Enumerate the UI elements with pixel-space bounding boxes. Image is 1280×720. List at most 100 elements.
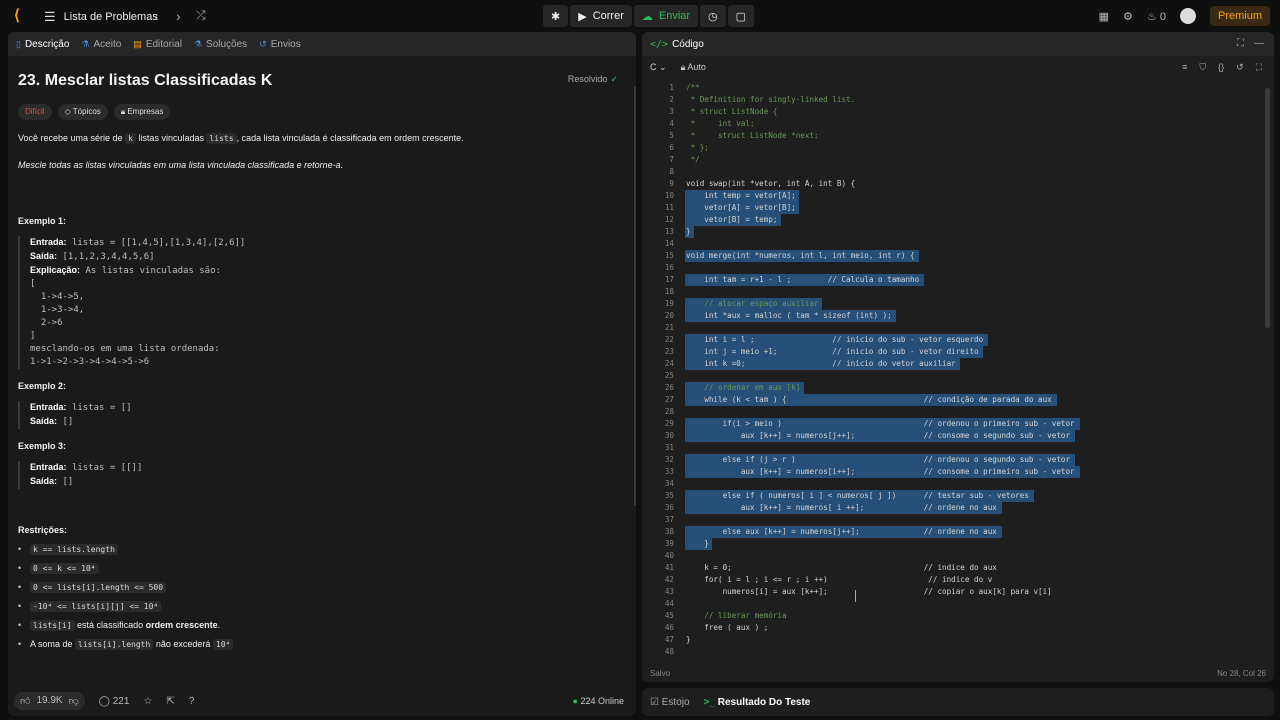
code-line[interactable]: 11 vetor[A] = vetor[B]; (642, 202, 1262, 214)
code-line[interactable]: 14 (642, 238, 1262, 250)
code-line[interactable]: 10 int temp = vetor[A]; (642, 190, 1262, 202)
scrollbar[interactable] (1265, 88, 1270, 328)
code-line[interactable]: 44 (642, 598, 1262, 610)
code-text: k = 0; // indice do aux (686, 563, 997, 572)
maximize-icon[interactable]: ⛶ (1237, 38, 1244, 49)
code-line[interactable]: 47} (642, 634, 1262, 646)
code-line[interactable]: 17 int tam = r+1 - l ; // Calcula o tama… (642, 274, 1262, 286)
code-line[interactable]: 26 // ordenar em aux [k] (642, 382, 1262, 394)
notes-button[interactable]: ▢ (727, 5, 755, 27)
code-line[interactable]: 36 aux [k++] = numeros[ i ++]; // ordene… (642, 502, 1262, 514)
tab-submissions[interactable]: ↺ Envios (259, 39, 301, 50)
code-line[interactable]: 7 */ (642, 154, 1262, 166)
leetcode-logo-icon[interactable]: ⟨ (14, 8, 30, 24)
timer-button[interactable]: ◷ (700, 5, 726, 27)
fire-icon: ♨ (1146, 10, 1157, 23)
code-line[interactable]: 35 else if ( numeros[ i ] < numeros[ j ]… (642, 490, 1262, 502)
tab-testcase[interactable]: ☑ Estojo (650, 697, 690, 708)
code-text: // alocar espaço auxiliar (686, 299, 819, 308)
gear-icon[interactable]: ⚙ (1123, 10, 1133, 23)
thumbs-down-icon[interactable]: 👎︎ (69, 695, 79, 707)
code-line[interactable]: 39 } (642, 538, 1262, 550)
code-line[interactable]: 34 (642, 478, 1262, 490)
tab-description[interactable]: ▯ Descrição (16, 39, 69, 50)
help-icon[interactable]: ? (189, 696, 195, 707)
code-line[interactable]: 15 void merge(int *numeros, int l, int me… (642, 250, 1262, 262)
code-line[interactable]: 12 vetor[B] = temp; (642, 214, 1262, 226)
shuffle-icon[interactable]: ⤮ (196, 8, 206, 23)
code-line[interactable]: 38 else aux [k++] = numeros[j++]; // ord… (642, 526, 1262, 538)
code-text: } (686, 539, 709, 548)
auto-mode[interactable]: 🔒︎ Auto (681, 62, 706, 73)
code-line[interactable]: 40 (642, 550, 1262, 562)
companies-chip[interactable]: 🔒︎ Empresas (113, 104, 171, 120)
reset-icon[interactable]: ↺ (1236, 62, 1244, 73)
code-line[interactable]: 31 (642, 442, 1262, 454)
code-line[interactable]: 5 * struct ListNode *next; (642, 130, 1262, 142)
star-icon[interactable]: ☆ (143, 696, 152, 707)
code-line[interactable]: 19 // alocar espaço auxiliar (642, 298, 1262, 310)
minimize-icon[interactable]: — (1254, 38, 1264, 49)
code-line[interactable]: 37 (642, 514, 1262, 526)
code-line[interactable]: 6 * }; (642, 142, 1262, 154)
code-line[interactable]: 46 free ( aux ) ; (642, 622, 1262, 634)
code-line[interactable]: 30 aux [k++] = numeros[j++]; // consome … (642, 430, 1262, 442)
code-line[interactable]: 42 for( i = l ; i <= r ; i ++) // indice… (642, 574, 1262, 586)
bookmark-icon[interactable]: ⛉ (1199, 62, 1206, 73)
list-item: k == lists.length (18, 544, 618, 555)
code-line[interactable]: 33 aux [k++] = numeros[i++]; // consome … (642, 466, 1262, 478)
layout-icon[interactable]: ▦ (1099, 10, 1109, 23)
code-line[interactable]: 24 int k =0; // inicio do vetor auxiliar (642, 358, 1262, 370)
list-item: 0 <= k <= 10⁴ (18, 563, 618, 574)
tab-solutions[interactable]: ⚗ Soluções (194, 39, 247, 50)
like-dislike-group[interactable]: 👍︎ 19.9K 👎︎ (14, 692, 85, 710)
fullscreen-icon[interactable]: ⛶ (1256, 62, 1262, 73)
streak-counter[interactable]: ♨ 0 (1147, 10, 1166, 23)
premium-button[interactable]: Premium (1209, 6, 1270, 26)
avatar[interactable] (1179, 8, 1196, 24)
code-line[interactable]: 1 /** (642, 82, 1262, 94)
scrollbar[interactable] (634, 86, 636, 506)
code-line[interactable]: 27 while (k < tam ) { // condição de par… (642, 394, 1262, 406)
code-line[interactable]: 22 int i = l ; // inicio do sub - vetor … (642, 334, 1262, 346)
code-line[interactable]: 29 if(i > meio ) // ordenou o primeiro s… (642, 418, 1262, 430)
code-line[interactable]: 18 (642, 286, 1262, 298)
topics-chip[interactable]: ◇ Tópicos (57, 104, 108, 120)
tab-label: Soluções (206, 38, 248, 50)
code-line[interactable]: 2 * Definition for singly-linked list. (642, 94, 1262, 106)
code-line[interactable]: 8 (642, 166, 1262, 178)
submit-button[interactable]: ☁ Enviar (633, 5, 699, 27)
code-line[interactable]: 32 else if (j > r ) // ordenou o segundo… (642, 454, 1262, 466)
code-line[interactable]: 23 int j = meio +1; // inicio do sub - v… (642, 346, 1262, 358)
debug-button[interactable]: ✱ (543, 5, 569, 27)
tab-accepted[interactable]: ⚗ Aceito (81, 39, 121, 50)
code-line[interactable]: 9 void swap(int *vetor, int A, int B) { (642, 178, 1262, 190)
run-button[interactable]: ▶ Correr (570, 5, 632, 27)
braces-icon[interactable]: {} (1218, 62, 1224, 73)
description-paragraph: Você recebe uma série de k listas vincul… (18, 132, 618, 145)
code-line[interactable]: 43 numeros[i] = aux [k++]; // copiar o a… (642, 586, 1262, 598)
next-problem-icon[interactable]: › (176, 8, 181, 24)
code-editor[interactable]: 1 /** 2 * Definition for singly-linked lis… (642, 82, 1262, 662)
share-icon[interactable]: ⇱ (166, 696, 174, 707)
code-line[interactable]: 13} (642, 226, 1262, 238)
tab-editorial[interactable]: ▤ Editorial (133, 39, 182, 50)
prev-problem-icon[interactable]: ‹ (154, 8, 159, 24)
code-line[interactable]: 20 int *aux = malloc ( tam * sizeof (int… (642, 310, 1262, 322)
format-icon[interactable]: ≡ (1182, 62, 1187, 73)
code-line[interactable]: 4 * int val; (642, 118, 1262, 130)
problem-list-link[interactable]: ☰ Lista de Problemas (44, 9, 158, 25)
comments-button[interactable]: ◯ 221 (99, 696, 130, 707)
code-line[interactable]: 48 (642, 646, 1262, 658)
language-select[interactable]: C ⌄ (650, 62, 667, 73)
code-line[interactable]: 45 // liberar memória (642, 610, 1262, 622)
constraints-list: k == lists.length 0 <= k <= 10⁴ 0 <= lis… (18, 544, 618, 650)
code-line[interactable]: 28 (642, 406, 1262, 418)
code-line[interactable]: 3 * struct ListNode { (642, 106, 1262, 118)
code-line[interactable]: 16 (642, 262, 1262, 274)
code-line[interactable]: 41 k = 0; // indice do aux (642, 562, 1262, 574)
code-line[interactable]: 21 (642, 322, 1262, 334)
tab-test-result[interactable]: >_ Resultado Do Teste (704, 697, 811, 708)
code-line[interactable]: 25 (642, 370, 1262, 382)
thumbs-up-icon[interactable]: 👍︎ (20, 695, 30, 707)
